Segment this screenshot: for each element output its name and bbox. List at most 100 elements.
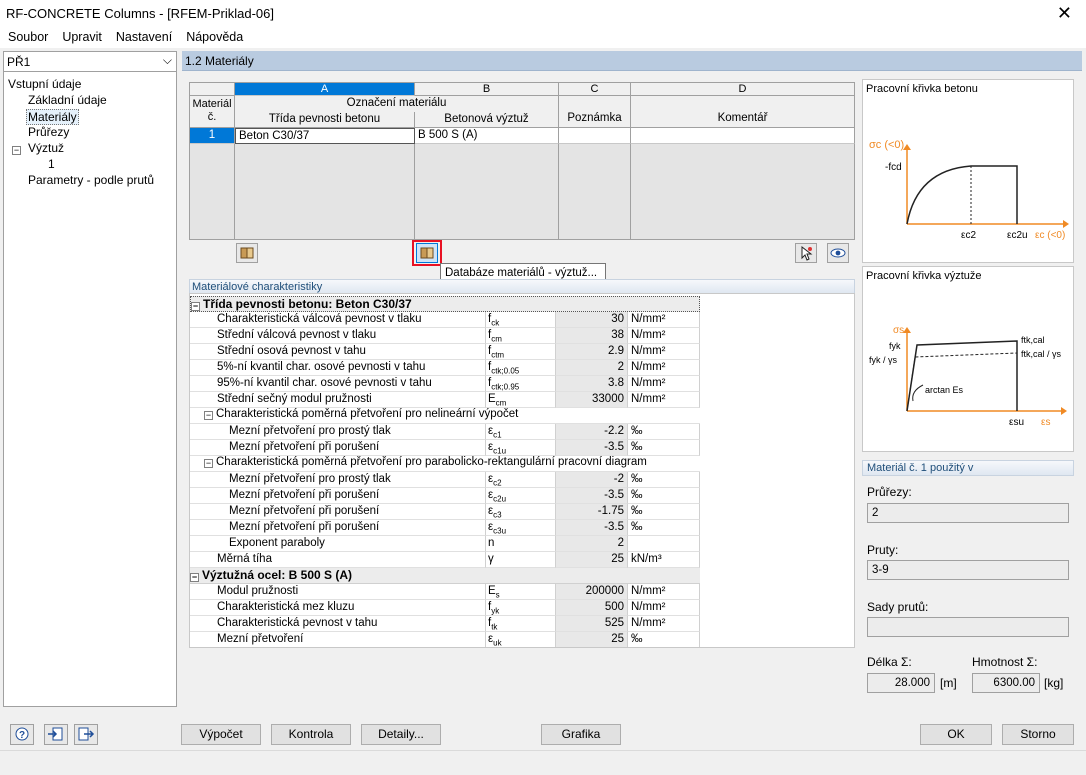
prop-symbol: εc1u xyxy=(486,440,556,456)
prop-row[interactable]: Střední sečný modul pružnosti Ecm 33000 N/m… xyxy=(190,392,700,408)
prop-row[interactable]: Charakteristická mez kluzu fyk 500 N/mm² xyxy=(190,600,700,616)
tree-item-materials[interactable]: Materiály xyxy=(26,109,79,125)
details-button[interactable]: Detaily... xyxy=(361,724,441,745)
prop-row[interactable]: Střední válcová pevnost v tlaku fcm 38 N/mm… xyxy=(190,328,700,344)
status-bar xyxy=(0,750,1086,775)
prop-name: Střední sečný modul pružnosti xyxy=(190,392,486,408)
col-header-a[interactable]: A xyxy=(235,83,415,96)
esu-label: εsu xyxy=(1009,417,1024,428)
col-header-c[interactable]: C xyxy=(559,83,631,96)
prop-unit: N/mm² xyxy=(628,312,700,328)
prop-symbol: εc2 xyxy=(486,472,556,488)
prop-value: 38 xyxy=(556,328,628,344)
members-field[interactable]: 3-9 xyxy=(867,560,1069,580)
section-steel[interactable]: − Výztužná ocel: B 500 S (A) xyxy=(190,568,700,584)
menu-edit[interactable]: Upravit xyxy=(54,28,108,44)
ok-button[interactable]: OK xyxy=(920,724,992,745)
prop-row[interactable]: 5%-ní kvantil char. osové pevnosti v tah… xyxy=(190,360,700,376)
prop-row[interactable]: Charakteristická válcová pevnost v tlaku… xyxy=(190,312,700,328)
menu-file[interactable]: Soubor xyxy=(0,28,54,44)
prop-unit xyxy=(628,536,700,552)
prop-name: Charakteristická pevnost v tahu xyxy=(190,616,486,632)
col-header-b[interactable]: B xyxy=(415,83,559,96)
prop-value: 2.9 xyxy=(556,344,628,360)
prop-value: 25 xyxy=(556,552,628,568)
prop-row[interactable]: Modul pružnosti Es 200000 N/mm² xyxy=(190,584,700,600)
close-icon[interactable]: ✕ xyxy=(1057,3,1072,24)
pick-button[interactable] xyxy=(795,243,817,263)
prop-row[interactable]: Charakteristická pevnost v tahu ftk 525 N/m… xyxy=(190,616,700,632)
tree-item-reinforcement-1[interactable]: 1 xyxy=(48,157,55,171)
prop-row[interactable]: Mezní přetvoření při porušení εc1u -3.5 ‰ xyxy=(190,440,700,456)
arctan-label: arctan Es xyxy=(925,385,964,395)
usage-header: Materiál č. 1 použitý v xyxy=(862,460,1074,476)
prop-name: Charakteristická válcová pevnost v tlaku xyxy=(190,312,486,328)
tree-expander-icon[interactable]: − xyxy=(12,141,24,155)
prop-row[interactable]: Mezní přetvoření pro prostý tlak εc2 -2 ‰ xyxy=(190,472,700,488)
prop-row[interactable]: Mezní přetvoření při porušení εc3 -1.75 ‰ xyxy=(190,504,700,520)
prop-value: -3.5 xyxy=(556,488,628,504)
prop-symbol: εc2u xyxy=(486,488,556,504)
subsection-parabolic[interactable]: − Charakteristická poměrná přetvoření pro… xyxy=(190,456,700,472)
material-properties: − Třída pevnosti betonu: Beton C30/37 Cha… xyxy=(189,293,855,648)
mass-unit: [kg] xyxy=(1044,676,1064,690)
tree-item-reinforcement[interactable]: Výztuž xyxy=(28,141,64,155)
subsection-nonlinear[interactable]: − Charakteristická poměrná přetvoření pro… xyxy=(190,408,700,424)
prop-unit: N/mm² xyxy=(628,344,700,360)
col-header-d[interactable]: D xyxy=(631,83,855,96)
prop-symbol: εc3 xyxy=(486,504,556,520)
case-selector[interactable]: PŘ1 ⌵ xyxy=(4,52,176,72)
cell-rebar[interactable]: B 500 S (A) xyxy=(415,128,559,144)
prop-name: Mezní přetvoření při porušení xyxy=(190,520,486,536)
mass-field[interactable]: 6300.00 xyxy=(972,673,1040,693)
prop-unit: N/mm² xyxy=(628,376,700,392)
menu-help[interactable]: Nápověda xyxy=(178,28,249,44)
title-bar: RF-CONCRETE Columns - [RFEM-Priklad-06] … xyxy=(0,0,1086,28)
rebar-library-button[interactable] xyxy=(416,243,438,263)
prop-row[interactable]: Exponent paraboly n 2 xyxy=(190,536,700,552)
cell-note[interactable] xyxy=(559,128,631,144)
cell-concrete[interactable]: Beton C30/37 xyxy=(235,128,415,144)
hdr-material-line2: č. xyxy=(207,111,217,123)
prop-name: Modul pružnosti xyxy=(190,584,486,600)
prop-name: Střední válcová pevnost v tlaku xyxy=(190,328,486,344)
prop-unit: ‰ xyxy=(628,424,700,440)
member-sets-field[interactable] xyxy=(867,617,1069,637)
prop-value: -3.5 xyxy=(556,440,628,456)
length-field[interactable]: 28.000 xyxy=(867,673,935,693)
prop-symbol: fctk;0.05 xyxy=(486,360,556,376)
tree-root[interactable]: Vstupní údaje xyxy=(8,77,81,91)
prop-row[interactable]: Mezní přetvoření při porušení εc2u -3.5 ‰ xyxy=(190,488,700,504)
prop-symbol: εc3u xyxy=(486,520,556,536)
tree-item-sections[interactable]: Průřezy xyxy=(28,125,69,139)
prop-unit: N/mm² xyxy=(628,600,700,616)
concrete-library-button[interactable] xyxy=(236,243,258,263)
prop-row[interactable]: Mezní přetvoření pro prostý tlak εc1 -2.2 ‰ xyxy=(190,424,700,440)
import-button[interactable] xyxy=(44,724,68,745)
cancel-button[interactable]: Storno xyxy=(1002,724,1074,745)
check-button[interactable]: Kontrola xyxy=(271,724,351,745)
tree-item-parameters[interactable]: Parametry - podle prutů xyxy=(28,173,154,187)
export-button[interactable] xyxy=(74,724,98,745)
prop-row[interactable]: 95%-ní kvantil char. osové pevnosti v ta… xyxy=(190,376,700,392)
tree-item-basic[interactable]: Základní údaje xyxy=(28,93,107,107)
usage-panel: Materiál č. 1 použitý v Průřezy: 2 Pruty… xyxy=(862,460,1074,706)
prop-name: Střední osová pevnost v tahu xyxy=(190,344,486,360)
prop-row[interactable]: Střední osová pevnost v tahu fctm 2.9 N/mm² xyxy=(190,344,700,360)
calculate-button[interactable]: Výpočet xyxy=(181,724,261,745)
cell-comment[interactable] xyxy=(631,128,855,144)
prop-row[interactable]: Měrná tíha γ 25 kN/m³ xyxy=(190,552,700,568)
prop-row[interactable]: Mezní přetvoření εuk 25 ‰ xyxy=(190,632,700,647)
sections-field[interactable]: 2 xyxy=(867,503,1069,523)
chevron-down-icon[interactable]: ⌵ xyxy=(163,53,172,68)
menu-settings[interactable]: Nastavení xyxy=(108,28,178,44)
view-button[interactable] xyxy=(827,243,849,263)
prop-value: -3.5 xyxy=(556,520,628,536)
section-concrete[interactable]: − Třída pevnosti betonu: Beton C30/37 xyxy=(190,296,700,312)
graphics-button[interactable]: Grafika xyxy=(541,724,621,745)
prop-row[interactable]: Mezní přetvoření při porušení εc3u -3.5 ‰ xyxy=(190,520,700,536)
prop-value: -2 xyxy=(556,472,628,488)
help-button[interactable]: ? xyxy=(10,724,34,745)
prop-value: 525 xyxy=(556,616,628,632)
row-number[interactable]: 1 xyxy=(190,128,235,144)
